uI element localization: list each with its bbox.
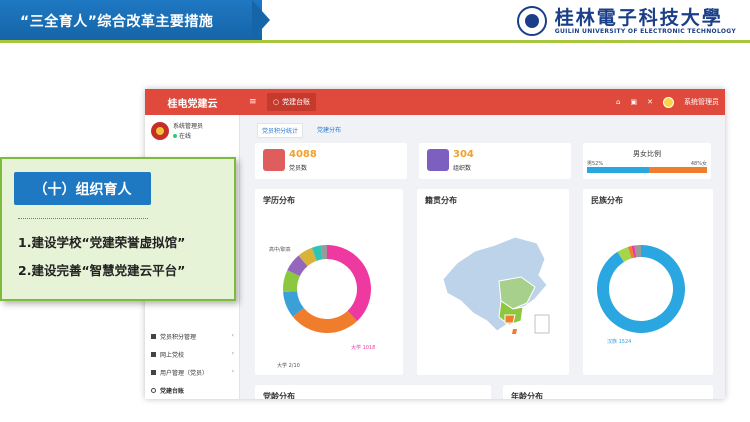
female-label: 48%女 — [690, 161, 707, 167]
map-inset-south-sea — [534, 314, 550, 334]
user-panel: 系统管理员 在线 — [145, 115, 240, 151]
users-icon — [427, 149, 449, 171]
donut-label: 汉族 1524 — [607, 338, 631, 345]
education-panel: 学历分布 大学 1018 高中/职高 大学 2/10 — [255, 189, 403, 375]
sidebar-menu: 党员积分管理 ‹ 网上党校 ‹ 用户管理（党员） ‹ 党建台账 — [145, 327, 240, 399]
user-avatar[interactable] — [663, 96, 674, 108]
university-name-cn: 桂林電子科技大學 — [554, 6, 723, 29]
list-icon — [151, 333, 156, 339]
trash-icon[interactable]: ▣ — [631, 98, 638, 106]
sidebar-item-ledger[interactable]: 党建台账 — [145, 381, 240, 399]
panel-title: 年龄分布 — [511, 392, 543, 399]
gender-ratio-title: 男女比例 — [633, 150, 661, 158]
measure-item: 1.建设学校“党建荣誉虚拟馆” — [18, 235, 186, 250]
panel-title: 党龄分布 — [263, 392, 295, 399]
hamburger-menu-icon[interactable]: ≡ — [249, 97, 257, 107]
gender-ratio-bar — [587, 167, 707, 173]
stat-card-orgs: 304 组织数 — [419, 143, 571, 179]
donut-label: 大学 2/10 — [277, 362, 300, 369]
slide-title: “三全育人”综合改革主要措施 — [20, 14, 214, 30]
male-label: 男52% — [587, 161, 604, 167]
donut-slice-汉族[interactable] — [597, 245, 685, 333]
app-brand[interactable]: 桂电党建云 — [145, 89, 240, 115]
university-name-en: GUILIN UNIVERSITY OF ELECTRONIC TECHNOLO… — [554, 27, 736, 35]
sidebar-item-points[interactable]: 党员积分管理 ‹ — [145, 327, 240, 345]
donut-slice-硕士[interactable] — [292, 307, 358, 333]
stat-card-members: 4088 党员数 — [255, 143, 407, 179]
party-age-panel: 党龄分布 — [255, 385, 491, 399]
gender-ratio-card: 男女比例 男52% 48%女 — [583, 143, 711, 179]
sidebar-item-online-school[interactable]: 网上党校 ‹ — [145, 345, 240, 363]
university-seal-icon — [516, 6, 547, 36]
age-panel: 年龄分布 — [503, 385, 713, 399]
main-content: 党员积分统计 党建分布 4088 党员数 304 组织数 男女比例 男52% 4… — [241, 115, 725, 399]
topbar-user-name[interactable]: 系统管理员 — [684, 97, 719, 107]
sidebar-item-label: 网上党校 — [160, 351, 185, 359]
sidebar-item-label: 党员积分管理 — [160, 333, 197, 341]
online-dot-icon — [173, 133, 177, 138]
app-topbar: 桂电党建云 ≡ ○ 党建台账 ⌂ ▣ ✕ 系统管理员 — [145, 89, 725, 115]
circle-icon — [151, 387, 156, 393]
circle-icon: ○ — [273, 98, 280, 106]
chevron-left-icon: ‹ — [231, 350, 234, 357]
party-emblem-icon — [151, 122, 169, 140]
user-status: 在线 — [173, 131, 191, 140]
donut-label: 大学 1018 — [351, 344, 375, 351]
expand-icon[interactable]: ✕ — [647, 98, 653, 106]
subtabs: 党员积分统计 党建分布 — [257, 123, 345, 138]
gender-ratio-fill — [587, 167, 650, 173]
donut-slice-大学[interactable] — [327, 245, 371, 322]
ethnicity-panel: 民族分布 汉族 1524 — [583, 189, 713, 375]
university-name: 桂林電子科技大學 GUILIN UNIVERSITY OF ELECTRONIC… — [555, 8, 736, 35]
education-donut-chart: 大学 1018 高中/职高大学 2/10 — [269, 245, 375, 369]
sidebar-item-label: 用户管理（党员） — [160, 369, 209, 377]
slide-header: “三全育人”综合改革主要措施 桂林電子科技大學 GUILIN UNIVERSIT… — [0, 0, 750, 44]
map-region-hainan[interactable] — [512, 329, 517, 334]
subtab-distribution[interactable]: 党建分布 — [313, 123, 345, 138]
stat-value: 304 — [453, 149, 474, 160]
list-icon — [151, 369, 156, 375]
sidebar-item-label: 党建台账 — [160, 387, 185, 395]
tab-party-ledger[interactable]: ○ 党建台账 — [267, 93, 317, 111]
donut-label: 高中/职高 — [269, 246, 291, 253]
list-icon — [151, 351, 156, 357]
subtab-points[interactable]: 党员积分统计 — [257, 123, 304, 138]
origin-panel: 籍贯分布 — [417, 189, 569, 375]
section-chip: （十）组织育人 — [14, 172, 151, 205]
tab-label: 党建台账 — [282, 98, 311, 106]
user-status-label: 在线 — [179, 133, 192, 140]
divider — [18, 218, 148, 219]
users-icon — [263, 149, 285, 171]
stat-label: 组织数 — [453, 165, 472, 172]
ethnicity-donut-chart: 汉族 1524 — [597, 245, 685, 345]
university-logo: 桂林電子科技大學 GUILIN UNIVERSITY OF ELECTRONIC… — [516, 4, 736, 38]
topbar-actions: ⌂ ▣ ✕ 系统管理员 — [616, 89, 719, 115]
map-region-guangxi[interactable] — [504, 314, 516, 324]
chevron-left-icon: ‹ — [231, 332, 234, 339]
stat-label: 党员数 — [289, 165, 308, 172]
home-icon[interactable]: ⌂ — [616, 98, 620, 106]
chevron-decoration — [252, 0, 270, 40]
organization-education-panel: （十）组织育人 1.建设学校“党建荣誉虚拟馆” 2.建设完善“智慧党建云平台” — [0, 157, 236, 301]
stat-value: 4088 — [289, 149, 317, 160]
slide: “三全育人”综合改革主要措施 桂林電子科技大學 GUILIN UNIVERSIT… — [0, 0, 750, 422]
sidebar-user-name: 系统管理员 — [173, 123, 204, 130]
chevron-left-icon: ‹ — [231, 368, 234, 375]
header-stripe — [0, 40, 750, 43]
title-band: “三全育人”综合改革主要措施 — [0, 0, 262, 40]
sidebar-item-users[interactable]: 用户管理（党员） ‹ — [145, 363, 240, 381]
measure-item: 2.建设完善“智慧党建云平台” — [18, 263, 186, 278]
china-map — [442, 236, 550, 334]
